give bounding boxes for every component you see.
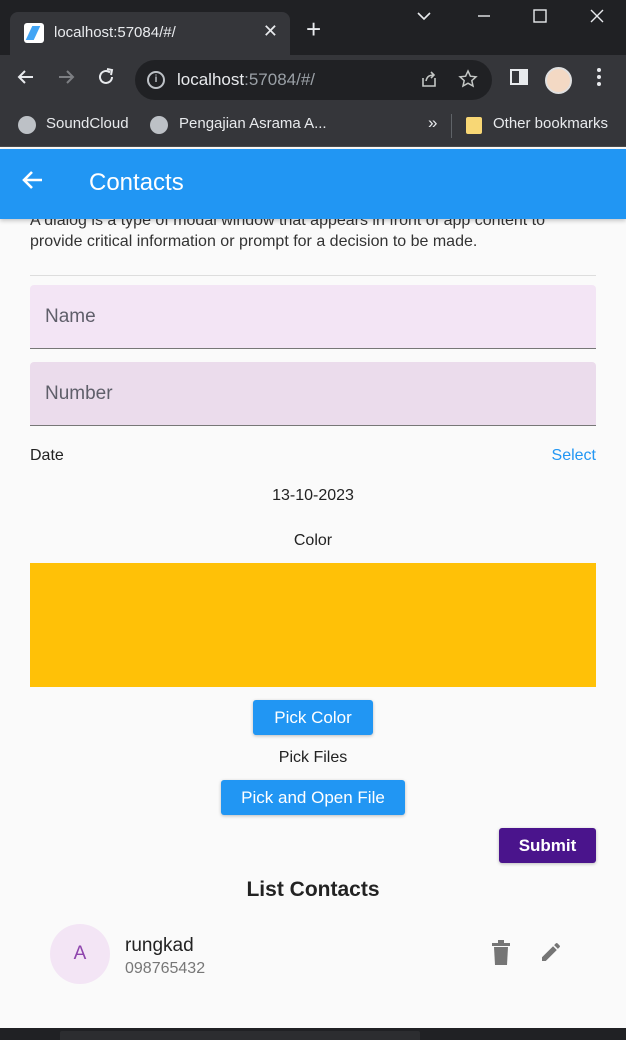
pick-files-label: Pick Files — [278, 749, 348, 766]
contact-phone: 098765432 — [125, 960, 206, 977]
bookmarks-overflow-icon[interactable]: » — [428, 113, 437, 133]
menu-kebab-icon[interactable] — [596, 67, 602, 93]
folder-icon — [466, 117, 482, 134]
close-window-icon[interactable] — [589, 8, 605, 29]
number-field[interactable] — [30, 362, 596, 426]
side-panel-icon[interactable] — [509, 67, 529, 93]
delete-icon[interactable] — [490, 940, 514, 966]
tab-close-icon[interactable]: ✕ — [263, 21, 278, 42]
maximize-icon[interactable] — [532, 8, 548, 29]
bookmarks-divider — [451, 114, 452, 138]
color-label: Color — [293, 532, 333, 549]
bookmark-star-icon[interactable] — [458, 69, 478, 95]
minimize-icon[interactable] — [476, 8, 492, 29]
divider — [30, 275, 596, 276]
other-bookmarks[interactable]: Other bookmarks — [493, 115, 608, 132]
date-value: 13-10-2023 — [272, 487, 354, 504]
tab-title: localhost:57084/#/ — [54, 24, 176, 41]
taskbar-strip — [0, 1028, 626, 1040]
contact-avatar: A — [50, 924, 110, 984]
edit-icon[interactable] — [539, 940, 563, 966]
list-item[interactable]: A rungkad 098765432 — [30, 918, 596, 990]
reload-icon[interactable] — [96, 67, 116, 93]
pick-open-file-button[interactable]: Pick and Open File — [221, 780, 405, 815]
date-label: Date — [30, 447, 64, 464]
globe-icon — [150, 116, 168, 134]
name-field[interactable] — [30, 285, 596, 349]
number-input[interactable] — [30, 362, 596, 425]
browser-tab[interactable]: localhost:57084/#/ ✕ — [10, 12, 290, 55]
back-icon[interactable] — [16, 67, 36, 93]
page-title: Contacts — [89, 169, 184, 196]
submit-button[interactable]: Submit — [499, 828, 596, 863]
tab-search-icon[interactable] — [416, 8, 432, 29]
share-icon[interactable] — [419, 69, 439, 95]
app-bar: Contacts — [0, 149, 626, 219]
profile-avatar[interactable] — [545, 67, 572, 94]
bookmarks-bar: SoundCloud Pengajian Asrama A... » Other… — [0, 105, 626, 147]
select-date-button[interactable]: Select — [552, 447, 596, 465]
name-input[interactable] — [30, 285, 596, 348]
browser-toolbar: i localhost:57084/#/ — [0, 55, 626, 105]
forward-icon[interactable] — [56, 67, 76, 93]
flutter-favicon-icon — [24, 23, 44, 43]
bookmark-soundcloud[interactable]: SoundCloud — [46, 115, 129, 132]
bookmark-pengajian[interactable]: Pengajian Asrama A... — [179, 115, 327, 132]
browser-titlebar: localhost:57084/#/ ✕ + — [0, 0, 626, 55]
new-tab-icon[interactable]: + — [306, 16, 321, 42]
url-text[interactable]: localhost:57084/#/ — [177, 70, 315, 90]
list-contacts-title: List Contacts — [246, 878, 380, 901]
address-bar[interactable]: i localhost:57084/#/ — [135, 60, 492, 100]
globe-icon — [18, 116, 36, 134]
site-info-icon[interactable]: i — [147, 71, 165, 89]
pick-color-button[interactable]: Pick Color — [253, 700, 373, 735]
color-preview — [30, 563, 596, 687]
back-arrow-icon[interactable] — [20, 167, 46, 200]
contact-name: rungkad — [125, 935, 194, 956]
